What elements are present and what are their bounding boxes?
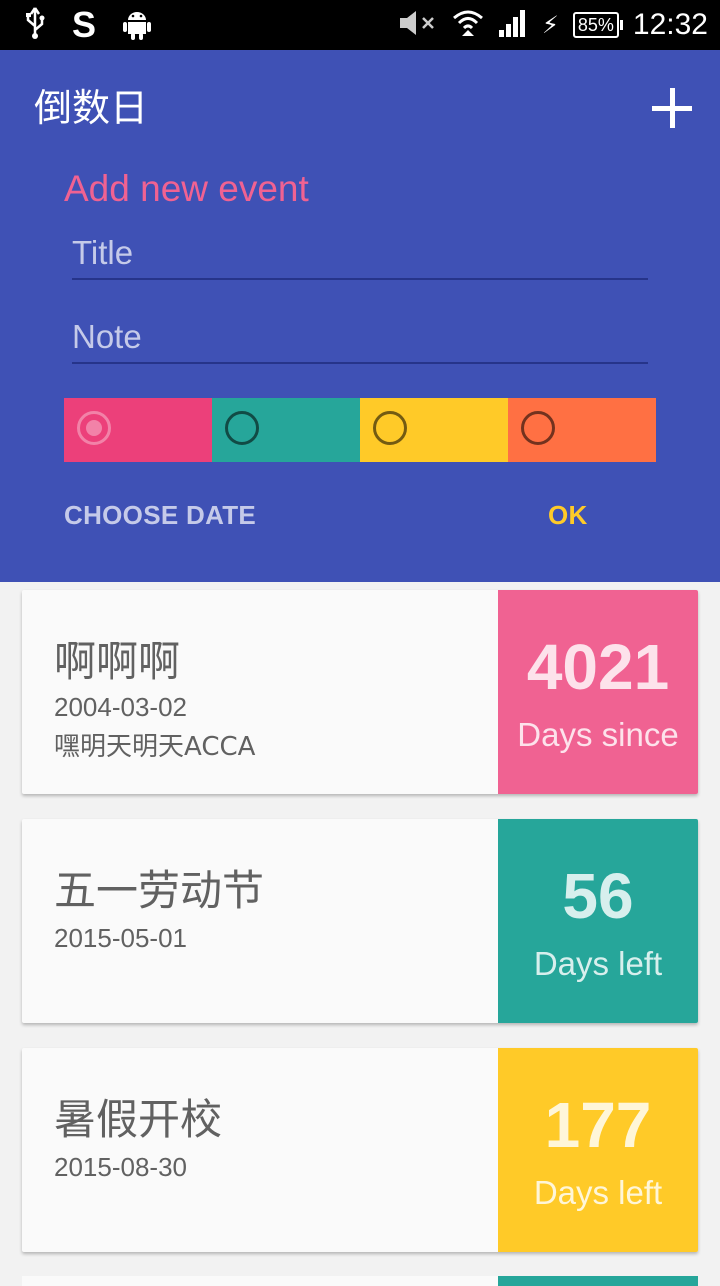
android-icon — [122, 6, 152, 44]
days-count: 56 — [562, 860, 634, 932]
days-count: 4021 — [526, 631, 670, 703]
status-bar: S ⚡ 85% 12:32 — [0, 0, 720, 50]
days-label: Days since — [517, 716, 679, 753]
wifi-icon — [452, 8, 484, 42]
note-input[interactable] — [72, 312, 648, 364]
event-name: 暑假开校 — [54, 1095, 223, 1144]
s-app-icon: S — [72, 4, 97, 45]
days-label: Days left — [533, 945, 663, 982]
event-note: 嘿明天明天ACCA — [54, 732, 256, 762]
event-card[interactable]: 五一劳动节 2015-05-01 56 Days left — [22, 819, 698, 1023]
event-name: 啊啊啊 — [54, 637, 181, 686]
usb-icon — [24, 6, 46, 44]
battery-icon: 85% — [572, 12, 623, 38]
mute-icon — [398, 8, 438, 42]
ok-button[interactable]: OK — [548, 500, 588, 531]
plus-icon[interactable] — [646, 82, 698, 134]
radio-icon — [521, 411, 555, 445]
radio-icon — [225, 411, 259, 445]
title-input[interactable] — [72, 228, 648, 280]
event-name: 五一劳动节 — [54, 866, 265, 915]
event-date: 2004-03-02 — [54, 692, 187, 722]
event-card-partial[interactable] — [22, 1276, 698, 1286]
signal-icon — [498, 8, 528, 42]
event-date: 2015-05-01 — [54, 923, 187, 953]
color-option-orange[interactable] — [508, 398, 656, 462]
days-count: 177 — [544, 1089, 652, 1161]
app-title: 倒数日 — [34, 86, 149, 130]
days-badge: 56 Days left — [498, 819, 698, 1023]
clock: 12:32 — [632, 8, 708, 41]
color-option-teal[interactable] — [212, 398, 360, 462]
days-badge: 4021 Days since — [498, 590, 698, 794]
add-event-panel: 倒数日 Add new event CHOOSE DATE OK — [0, 50, 720, 582]
radio-icon — [373, 411, 407, 445]
color-option-yellow[interactable] — [360, 398, 508, 462]
color-option-pink[interactable] — [64, 398, 212, 462]
color-picker — [64, 398, 656, 462]
days-label: Days left — [533, 1174, 663, 1211]
event-card[interactable]: 暑假开校 2015-08-30 177 Days left — [22, 1048, 698, 1252]
choose-date-button[interactable]: CHOOSE DATE — [64, 500, 256, 531]
form-title: Add new event — [64, 168, 309, 209]
charging-icon: ⚡ — [542, 11, 559, 39]
days-badge: 177 Days left — [498, 1048, 698, 1252]
event-card[interactable]: 啊啊啊 2004-03-02 嘿明天明天ACCA 4021 Days since — [22, 590, 698, 794]
event-date: 2015-08-30 — [54, 1152, 187, 1182]
